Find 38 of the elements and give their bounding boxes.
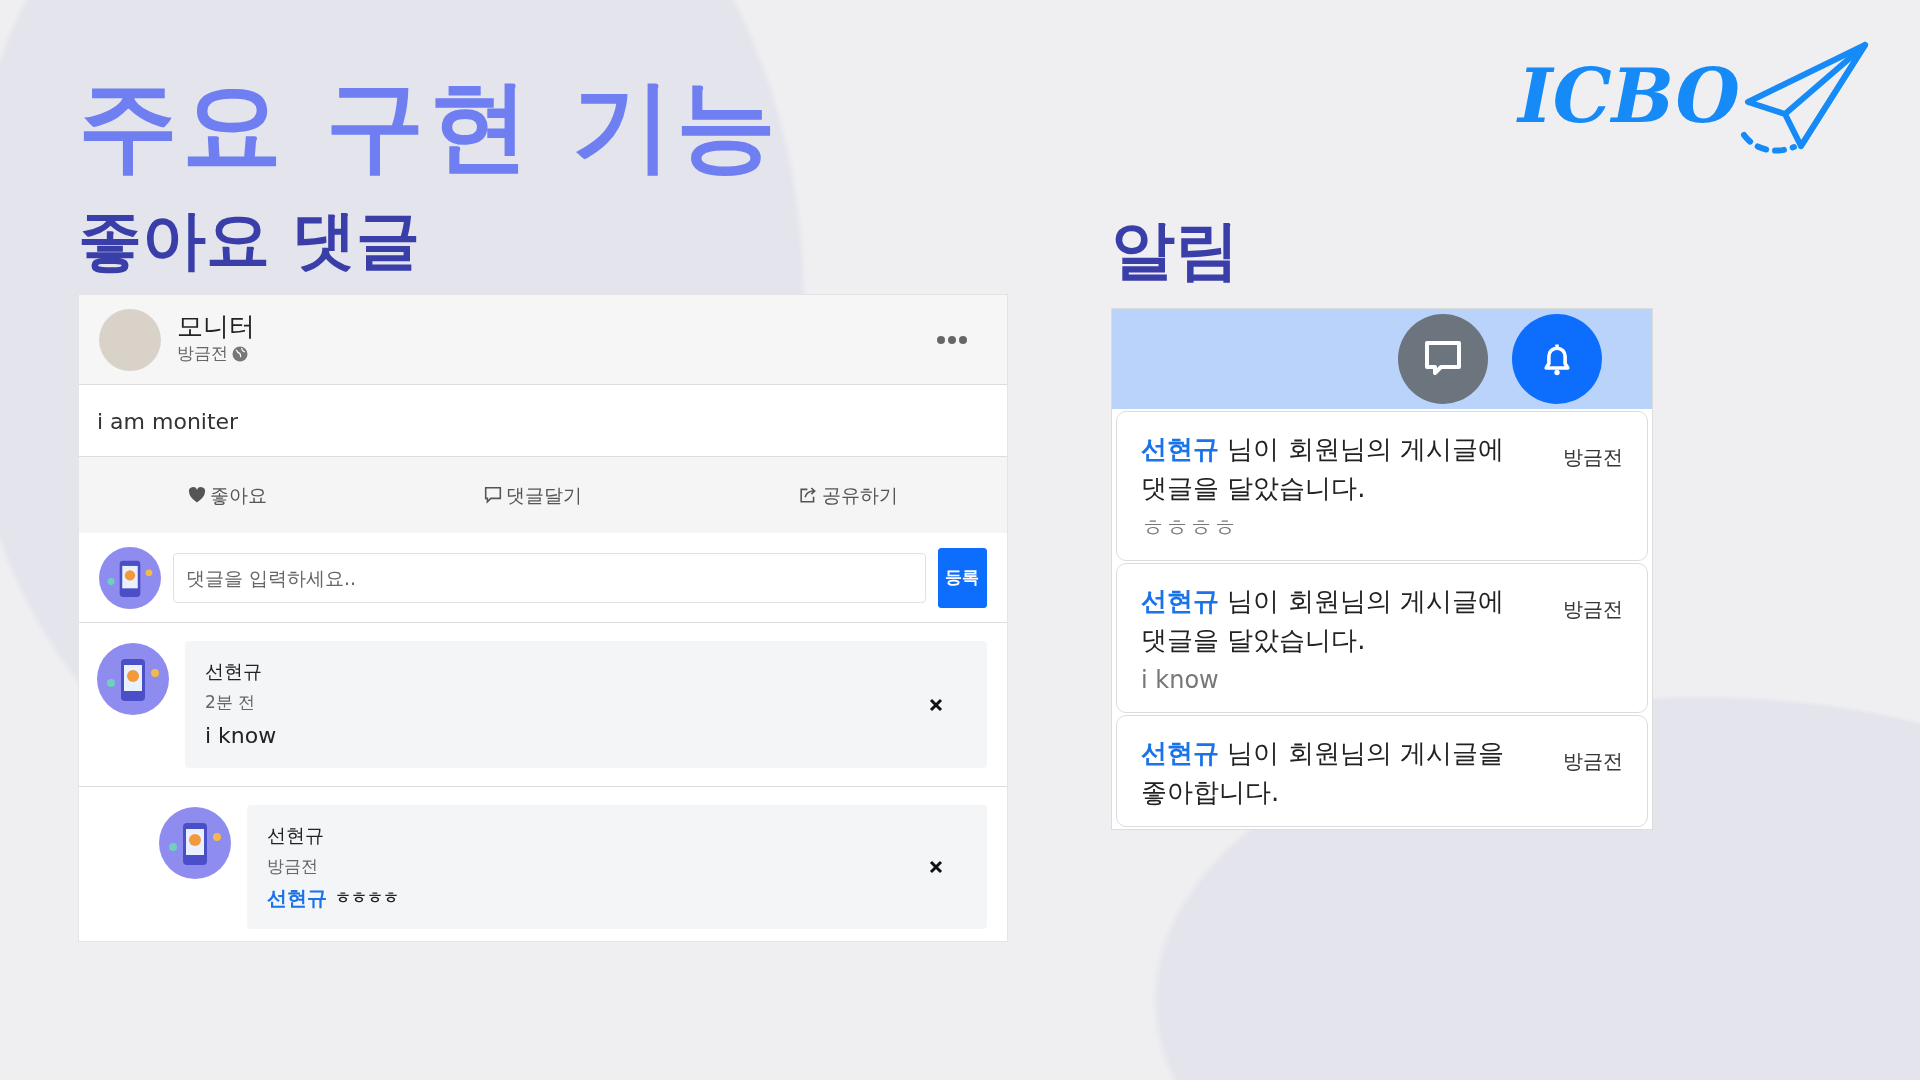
comment-preview: i know	[1141, 665, 1220, 696]
comment-text: ㅎㅎㅎㅎ	[335, 887, 399, 909]
section-heading: 알림	[1111, 218, 1240, 282]
like-button[interactable]: 좋아요	[179, 476, 275, 514]
author-link[interactable]: 선현규	[1141, 738, 1219, 768]
author-name: 모니터	[177, 312, 256, 342]
ellipsis-icon	[937, 335, 967, 344]
author-link[interactable]: 선현규	[1141, 434, 1219, 464]
author-link[interactable]: 선현규	[1141, 586, 1219, 616]
mention-link[interactable]: 선현규	[267, 883, 327, 913]
avatar-icon	[99, 546, 161, 609]
speech-bubble-icon	[484, 486, 502, 504]
heart-icon	[187, 486, 206, 504]
comment-author: 선현규	[205, 659, 263, 684]
notification-time: 방금전	[1563, 748, 1623, 775]
notification-time: 방금전	[1563, 596, 1623, 623]
avatar-icon	[159, 807, 231, 879]
logo-text: ICBO	[1518, 59, 1740, 133]
comment-preview: ㅎㅎㅎㅎ	[1141, 513, 1238, 544]
close-icon	[929, 697, 943, 712]
post-time: 방금전	[177, 342, 228, 366]
notification-text: 선현규 님이 회원님의 게시글을 좋아합니다.	[1141, 737, 1505, 809]
submit-button[interactable]: 등록	[937, 547, 987, 608]
globe-icon	[232, 345, 248, 362]
section-heading: 좋아요 댓글	[78, 208, 422, 272]
close-icon	[929, 860, 943, 874]
notification-time: 방금전	[1563, 444, 1623, 471]
slide-title: 주요 구현 기능	[78, 76, 780, 176]
comment-time: 방금전	[267, 854, 319, 878]
notification-text: 선현규 님이 회원님의 게시글에 댓글을 달았습니다.	[1141, 585, 1505, 657]
comment-text: i know	[205, 722, 277, 750]
comment-button[interactable]: 댓글달기	[476, 476, 590, 514]
avatar-icon	[97, 643, 169, 715]
notification-text: 선현규 님이 회원님의 게시글에 댓글을 달았습니다.	[1141, 433, 1505, 505]
comment-input-field[interactable]: 댓글을 입력하세요..	[173, 552, 926, 603]
comment-author: 선현규	[267, 823, 325, 848]
comment-time: 2분 전	[205, 690, 257, 714]
share-button[interactable]: 공유하기	[791, 476, 907, 514]
